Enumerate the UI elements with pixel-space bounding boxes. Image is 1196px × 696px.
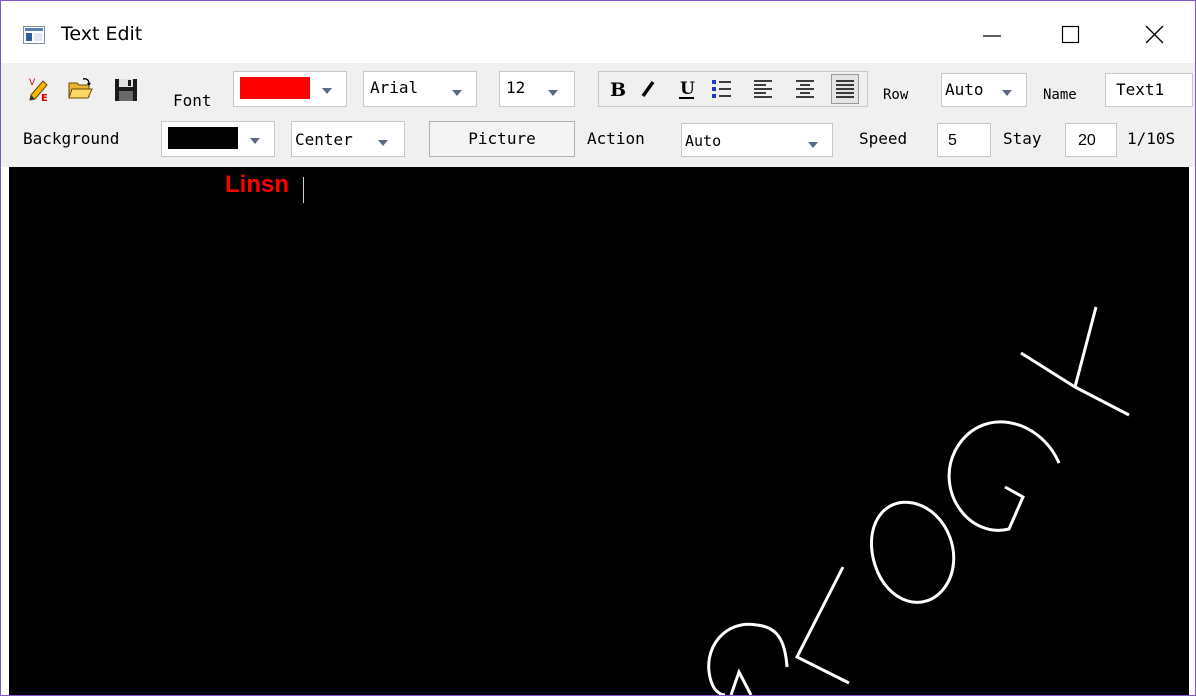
svg-text:B: B xyxy=(610,79,626,101)
row-label: Row xyxy=(883,87,909,103)
close-button[interactable] xyxy=(1131,15,1177,55)
font-label: Font xyxy=(173,91,212,110)
align-right-button[interactable] xyxy=(831,74,859,104)
speed-input[interactable]: 5 xyxy=(937,123,991,157)
row-select[interactable]: Auto xyxy=(941,73,1027,107)
folder-open-icon xyxy=(68,78,93,99)
stay-value: 20 xyxy=(1078,132,1096,149)
alignment-select[interactable]: Center xyxy=(291,121,405,157)
font-color-swatch xyxy=(240,77,310,99)
chevron-down-icon xyxy=(452,90,462,96)
align-left-icon xyxy=(754,80,772,98)
maximize-button[interactable] xyxy=(1047,15,1093,55)
speed-label: Speed xyxy=(859,129,908,148)
name-label: Name xyxy=(1043,87,1077,103)
app-icon xyxy=(23,26,45,44)
floppy-disk-icon xyxy=(115,79,137,101)
open-file-button[interactable] xyxy=(67,75,93,103)
bullet-list-button[interactable] xyxy=(707,74,735,104)
chevron-down-icon xyxy=(322,88,332,94)
chevron-down-icon xyxy=(808,142,818,148)
text-canvas[interactable]: Linsn xyxy=(9,167,1189,695)
font-size-value: 12 xyxy=(506,78,526,97)
action-label: Action xyxy=(587,129,645,148)
title-bar: Text Edit xyxy=(1,1,1195,63)
edit-pencil-icon: E V xyxy=(29,78,48,104)
minimize-button[interactable] xyxy=(969,15,1015,55)
background-label: Background xyxy=(23,129,120,148)
stay-input[interactable]: 20 xyxy=(1065,123,1117,157)
font-family-value: Arial xyxy=(370,78,419,97)
align-left-button[interactable] xyxy=(749,74,777,104)
chevron-down-icon xyxy=(1002,90,1012,96)
background-color-picker[interactable] xyxy=(161,121,275,157)
svg-text:V: V xyxy=(29,78,36,88)
format-button-group: B U xyxy=(598,71,868,107)
align-right-icon xyxy=(836,80,854,98)
maximize-icon xyxy=(1061,25,1080,44)
stay-unit-label: 1/10S xyxy=(1127,129,1176,148)
italic-icon xyxy=(641,80,655,98)
action-value: Auto xyxy=(685,132,722,150)
toolbar-row-1: E V Font Arial 12 B U Row Auto Name Text… xyxy=(1,63,1195,115)
font-size-select[interactable]: 12 xyxy=(499,71,575,107)
svg-text:E: E xyxy=(41,93,48,103)
font-color-picker[interactable] xyxy=(233,71,347,107)
name-input[interactable]: Text1 xyxy=(1105,73,1193,107)
chevron-down-icon xyxy=(378,140,388,146)
speed-value: 5 xyxy=(948,132,957,149)
action-select[interactable]: Auto xyxy=(681,123,833,157)
alignment-value: Center xyxy=(295,130,353,149)
stay-label: Stay xyxy=(1003,129,1042,148)
align-center-icon xyxy=(796,80,814,98)
watermark xyxy=(707,306,1130,695)
close-icon xyxy=(1145,25,1164,44)
new-text-button[interactable]: E V xyxy=(27,75,53,104)
name-value: Text1 xyxy=(1116,80,1165,99)
svg-text:U: U xyxy=(680,79,695,99)
underline-icon: U xyxy=(679,79,695,99)
minimize-icon xyxy=(983,35,1001,37)
picture-button[interactable]: Picture xyxy=(429,121,575,157)
text-edit-window: Text Edit E V Font Arial 12 B U Row Auto… xyxy=(0,0,1196,696)
bullet-list-icon xyxy=(712,80,731,98)
toolbar-row-2: Background Center Picture Action Auto Sp… xyxy=(1,115,1195,167)
font-family-select[interactable]: Arial xyxy=(363,71,477,107)
chevron-down-icon xyxy=(548,90,558,96)
background-color-swatch xyxy=(168,127,238,149)
save-button[interactable] xyxy=(113,75,139,103)
bold-button[interactable]: B xyxy=(603,74,631,104)
row-value: Auto xyxy=(945,80,984,99)
chevron-down-icon xyxy=(250,138,260,144)
bold-icon: B xyxy=(610,79,626,101)
align-center-button[interactable] xyxy=(791,74,819,104)
underline-button[interactable]: U xyxy=(673,74,701,104)
italic-button[interactable] xyxy=(635,74,663,104)
window-title: Text Edit xyxy=(61,23,143,45)
